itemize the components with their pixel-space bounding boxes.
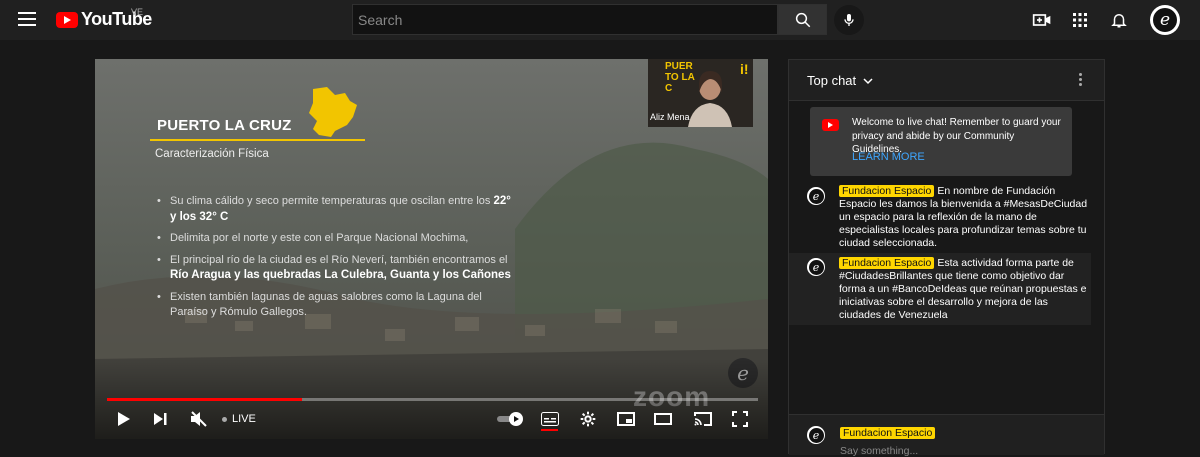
menu-icon[interactable] [18, 12, 38, 28]
miniplayer-button[interactable] [616, 408, 636, 430]
fullscreen-button[interactable] [731, 408, 749, 430]
next-icon [154, 413, 167, 425]
next-button[interactable] [151, 408, 169, 430]
slide-divider [150, 139, 365, 141]
fullscreen-icon [732, 411, 748, 427]
avatar[interactable]: e [1150, 5, 1180, 35]
speaker-name: Aliz Mena [650, 112, 690, 122]
captions-icon [541, 412, 559, 426]
live-chat-panel: Top chat Welcome to live chat! Remember … [788, 59, 1105, 457]
welcome-banner: Welcome to live chat! Remember to guard … [810, 107, 1072, 176]
message-body: Fundacion Espacio Esta actividad forma pa… [839, 257, 1091, 322]
youtube-icon [822, 119, 839, 131]
captions-active-bar [541, 429, 558, 431]
author-avatar[interactable]: e [807, 258, 825, 276]
author-avatar[interactable]: e [807, 187, 825, 205]
slide-subtitle: Caracterización Física [155, 148, 269, 160]
video-player[interactable]: PUERTO LA CRUZ Caracterización Física Su… [95, 59, 768, 439]
avatar-logo: e [1153, 8, 1177, 32]
author-badge[interactable]: Fundacion Espacio [839, 185, 935, 197]
chevron-down-icon [863, 78, 873, 85]
cast-button[interactable] [693, 408, 713, 430]
chat-header: Top chat [789, 60, 1104, 101]
live-dot-icon [222, 416, 227, 422]
bell-icon [1111, 14, 1127, 28]
chat-messages[interactable]: Welcome to live chat! Remember to guard … [789, 101, 1104, 414]
author-badge[interactable]: Fundacion Espacio [839, 257, 935, 269]
chat-mode-dropdown[interactable]: Top chat [807, 73, 873, 88]
autoplay-toggle-icon [497, 412, 523, 426]
settings-icon [580, 411, 596, 427]
mute-icon [191, 411, 207, 427]
autoplay-toggle[interactable] [497, 408, 525, 430]
settings-button[interactable] [579, 408, 597, 430]
voice-search-button[interactable] [834, 5, 864, 35]
chat-message[interactable]: e Fundacion Espacio En nombre de Fundació… [789, 184, 1091, 251]
slide-bullets: Su clima cálido y seco permite temperatu… [157, 194, 517, 327]
notifications-button[interactable] [1107, 8, 1131, 32]
create-button[interactable] [1030, 8, 1054, 32]
slide-bullet: Existen también lagunas de aguas salobre… [157, 290, 517, 321]
theater-icon [654, 413, 672, 425]
country-code: VE [131, 7, 144, 17]
pip-slide-word: PUER TO LA C [665, 61, 695, 94]
masthead: YouTube VE Search e [0, 0, 1200, 40]
message-body: Fundacion Espacio En nombre de Fundación … [839, 185, 1091, 250]
progress-played [107, 398, 303, 401]
apps-icon [1073, 13, 1087, 27]
slide-bullet: Su clima cálido y seco permite temperatu… [157, 194, 517, 225]
captions-button[interactable] [541, 408, 559, 430]
chat-message[interactable]: e Fundacion Espacio Esta actividad forma … [789, 253, 1091, 325]
slide-bullet: El principal río de la ciudad es el Río … [157, 253, 517, 284]
more-options-icon[interactable] [1079, 73, 1085, 87]
live-indicator[interactable]: LIVE [222, 413, 256, 425]
search-button[interactable] [778, 4, 827, 35]
user-avatar: e [807, 426, 825, 444]
current-user-badge: Fundacion Espacio [840, 427, 936, 439]
play-button[interactable] [115, 408, 133, 430]
youtube-play-icon [56, 11, 78, 28]
apps-button[interactable] [1068, 8, 1092, 32]
create-icon [1032, 14, 1051, 26]
live-label: LIVE [232, 413, 256, 425]
mic-icon [844, 14, 854, 26]
chat-input-area: e Fundacion Espacio Say something... [789, 414, 1104, 457]
search-icon [795, 12, 810, 27]
theater-mode-button[interactable] [653, 408, 673, 430]
miniplayer-icon [617, 412, 635, 426]
play-icon [118, 412, 130, 426]
cast-icon [694, 412, 712, 426]
pip-slide-mark: i! [740, 61, 749, 77]
speaker-thumbnail: PUER TO LA C i! Aliz Mena [648, 59, 753, 127]
progress-bar[interactable] [107, 398, 758, 401]
search-input[interactable]: Search [352, 4, 778, 35]
slide-bullet: Delimita por el norte y este con el Parq… [157, 231, 517, 247]
chat-input[interactable]: Say something... [840, 445, 918, 457]
mute-button[interactable] [189, 408, 209, 430]
learn-more-link[interactable]: LEARN MORE [852, 151, 925, 163]
slide-title: PUERTO LA CRUZ [157, 117, 292, 134]
chat-mode-label: Top chat [807, 73, 857, 88]
